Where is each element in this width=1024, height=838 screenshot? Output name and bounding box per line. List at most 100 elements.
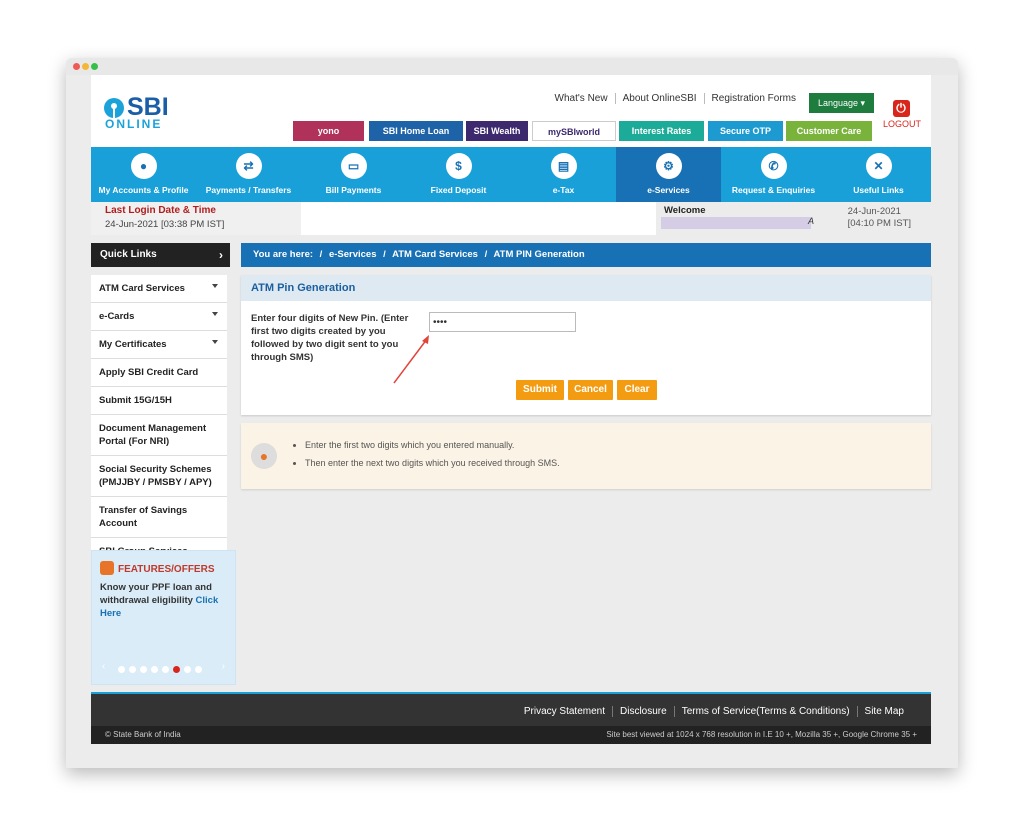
interest-rates-banner[interactable]: Interest Rates xyxy=(619,121,704,141)
carousel-prev-icon[interactable]: ‹ xyxy=(102,661,105,672)
nav-useful-links[interactable]: ✕ Useful Links xyxy=(826,147,931,202)
welcome-name-suffix: A xyxy=(808,216,815,226)
whats-new-link[interactable]: What's New xyxy=(548,93,615,104)
sbi-logo-icon xyxy=(104,98,124,118)
header: SBI ONLINE What's New About OnlineSBI Re… xyxy=(91,75,931,147)
breadcrumb-separator: / xyxy=(383,249,386,260)
lightbulb-icon: ● xyxy=(251,443,277,469)
sidebar-item-label: Apply SBI Credit Card xyxy=(99,367,199,378)
breadcrumb: You are here: / e-Services / ATM Card Se… xyxy=(241,243,931,267)
language-dropdown[interactable]: Language ▾ xyxy=(809,93,874,113)
logout-label: LOGOUT xyxy=(883,119,922,129)
current-time: [04:10 PM IST] xyxy=(847,218,911,229)
last-login-title: Last Login Date & Time xyxy=(105,205,216,216)
logout-button[interactable]: ⏻ LOGOUT xyxy=(883,100,922,134)
caret-down-icon xyxy=(212,340,218,344)
logo-subtext: ONLINE xyxy=(105,117,163,131)
breadcrumb-atm-pin-generation: ATM PIN Generation xyxy=(493,249,585,260)
sidebar-item-apply-credit-card[interactable]: Apply SBI Credit Card xyxy=(91,359,227,387)
instructions-list: Enter the first two digits which you ent… xyxy=(305,440,560,476)
nav-fixed-deposit[interactable]: $ Fixed Deposit xyxy=(406,147,511,202)
sidebar-item-social-security[interactable]: Social Security Schemes (PMJJBY / PMSBY … xyxy=(91,456,227,497)
breadcrumb-prefix: You are here: xyxy=(253,249,314,260)
instruction-item: Then enter the next two digits which you… xyxy=(305,458,560,468)
about-onlinesbi-link[interactable]: About OnlineSBI xyxy=(614,93,704,104)
sidebar-item-transfer-savings[interactable]: Transfer of Savings Account xyxy=(91,497,227,538)
footer-bottom: © State Bank of India Site best viewed a… xyxy=(91,726,931,744)
current-datetime: 24-Jun-2021 [04:10 PM IST] xyxy=(848,206,911,230)
services-icon: ⚙ xyxy=(655,153,682,179)
features-title-text: FEATURES/OFFERS xyxy=(118,564,215,575)
carousel-dot-active[interactable] xyxy=(173,666,180,673)
registration-forms-link[interactable]: Registration Forms xyxy=(703,93,803,104)
sidebar-item-label: Transfer of Savings Account xyxy=(99,505,188,529)
maximize-window-button[interactable] xyxy=(91,63,98,70)
nav-e-tax[interactable]: ▤ e-Tax xyxy=(511,147,616,202)
new-pin-input[interactable] xyxy=(429,312,576,332)
disclosure-link[interactable]: Disclosure xyxy=(612,706,674,717)
sidebar-item-label: Social Security Schemes (PMJJBY / PMSBY … xyxy=(99,464,212,488)
home-loan-banner[interactable]: SBI Home Loan xyxy=(369,121,463,141)
quick-links-list: ATM Card Services e-Cards My Certificate… xyxy=(91,275,227,566)
atm-pin-panel: ATM Pin Generation Enter four digits of … xyxy=(241,275,931,415)
sidebar-item-my-certificates[interactable]: My Certificates xyxy=(91,331,227,359)
secure-otp-banner[interactable]: Secure OTP xyxy=(708,121,783,141)
nav-label: e-Services xyxy=(647,185,690,195)
carousel-dot[interactable] xyxy=(162,666,169,673)
user-icon: ● xyxy=(130,153,157,179)
clear-button[interactable]: Clear xyxy=(617,380,657,400)
carousel-dot[interactable] xyxy=(151,666,158,673)
sbi-online-logo[interactable]: SBI ONLINE xyxy=(103,93,193,135)
site-map-link[interactable]: Site Map xyxy=(856,706,911,717)
sidebar-item-document-management[interactable]: Document Management Portal (For NRI) xyxy=(91,415,227,456)
nav-payments-transfers[interactable]: ⇄ Payments / Transfers xyxy=(196,147,301,202)
carousel-dot[interactable] xyxy=(118,666,125,673)
power-icon: ⏻ xyxy=(892,100,910,117)
features-text: Know your PPF loan and withdrawal eligib… xyxy=(100,581,230,620)
privacy-statement-link[interactable]: Privacy Statement xyxy=(517,706,612,717)
minimize-window-button[interactable] xyxy=(82,63,89,70)
customer-care-banner[interactable]: Customer Care xyxy=(786,121,872,141)
nav-bill-payments[interactable]: ▭ Bill Payments xyxy=(301,147,406,202)
nav-label: Fixed Deposit xyxy=(430,185,487,195)
redacted-user-name xyxy=(661,217,811,229)
deposit-icon: $ xyxy=(445,153,472,179)
sidebar-item-atm-card-services[interactable]: ATM Card Services xyxy=(91,275,227,303)
mysbiworld-banner[interactable]: mySBIworld xyxy=(532,121,616,141)
instructions-box: ● Enter the first two digits which you e… xyxy=(241,423,931,489)
sidebar-item-submit-15g-15h[interactable]: Submit 15G/15H xyxy=(91,387,227,415)
tax-icon: ▤ xyxy=(550,153,577,179)
close-window-button[interactable] xyxy=(73,63,80,70)
nav-e-services[interactable]: ⚙ e-Services xyxy=(616,147,721,202)
features-offers-box: FEATURES/OFFERS Know your PPF loan and w… xyxy=(91,550,236,685)
yono-banner[interactable]: yono xyxy=(293,121,364,141)
instruction-item: Enter the first two digits which you ent… xyxy=(305,440,560,450)
nav-label: Useful Links xyxy=(853,185,904,195)
terms-of-service-link[interactable]: Terms of Service(Terms & Conditions) xyxy=(673,706,857,717)
carousel-dot[interactable] xyxy=(129,666,136,673)
sidebar-item-label: ATM Card Services xyxy=(99,283,185,294)
current-date: 24-Jun-2021 xyxy=(847,206,901,217)
quick-links-title: Quick Links xyxy=(100,249,157,260)
welcome-box: Welcome A 24-Jun-2021 [04:10 PM IST] xyxy=(656,202,931,235)
chevron-right-icon: › xyxy=(219,248,223,262)
submit-button[interactable]: Submit xyxy=(516,380,564,400)
carousel-dot[interactable] xyxy=(184,666,191,673)
sidebar-item-e-cards[interactable]: e-Cards xyxy=(91,303,227,331)
nav-request-enquiries[interactable]: ✆ Request & Enquiries xyxy=(721,147,826,202)
nav-label: My Accounts & Profile xyxy=(98,185,189,195)
copyright-text: © State Bank of India xyxy=(105,730,181,739)
carousel-dot[interactable] xyxy=(140,666,147,673)
carousel-next-icon[interactable]: › xyxy=(222,661,225,672)
cancel-button[interactable]: Cancel xyxy=(568,380,613,400)
quick-links-header[interactable]: Quick Links › xyxy=(91,243,230,267)
carousel-dot[interactable] xyxy=(195,666,202,673)
window-titlebar xyxy=(66,58,958,75)
nav-label: e-Tax xyxy=(552,185,575,195)
sidebar-item-label: Document Management Portal (For NRI) xyxy=(99,423,207,447)
sbi-wealth-banner[interactable]: SBI Wealth xyxy=(466,121,528,141)
nav-my-accounts[interactable]: ● My Accounts & Profile xyxy=(91,147,196,202)
sidebar-item-label: Submit 15G/15H xyxy=(99,395,172,406)
breadcrumb-e-services[interactable]: e-Services xyxy=(329,249,377,260)
breadcrumb-atm-card-services[interactable]: ATM Card Services xyxy=(392,249,478,260)
